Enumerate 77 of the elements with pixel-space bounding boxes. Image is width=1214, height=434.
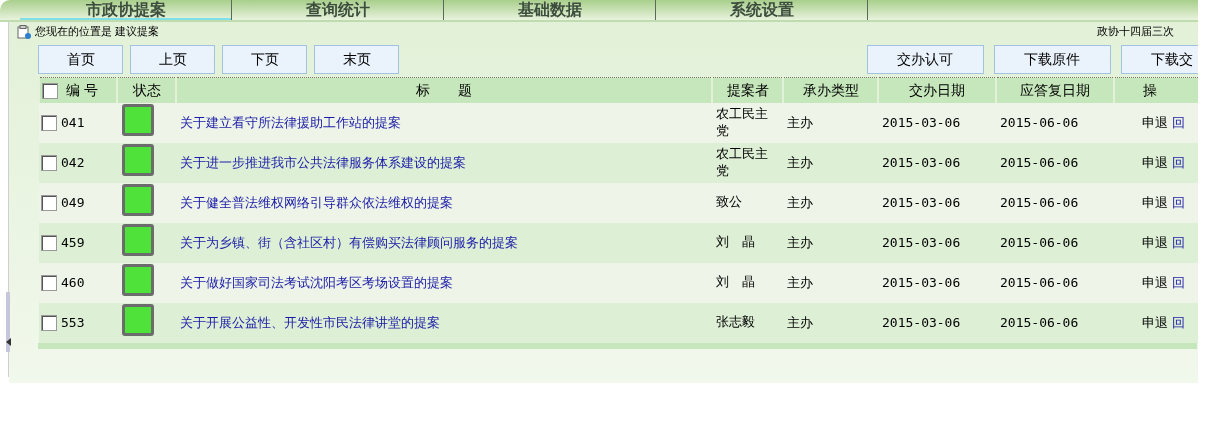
page-button[interactable]: 首页 [38,45,123,74]
type-text: 主办 [787,234,813,250]
tab[interactable]: 基础数据 [444,0,656,20]
type-text: 主办 [787,274,813,290]
action-button[interactable]: 下载交 [1121,45,1198,74]
column-header: 应答复日期 [996,77,1114,103]
action-text: 申退 [1142,194,1168,210]
date-text: 2015-03-06 [882,114,961,130]
reply-link[interactable]: 回 [1172,314,1185,330]
type-text: 主办 [787,194,813,210]
page-button[interactable]: 下页 [222,45,307,74]
reply-link[interactable]: 回 [1172,274,1185,290]
date-text: 2015-06-06 [1000,154,1079,170]
proposer-text: 张志毅 [716,314,755,330]
date-text: 2015-06-06 [1000,314,1079,330]
number-text: 049 [61,194,85,210]
date-text: 2015-03-06 [882,274,961,290]
row-checkbox[interactable] [41,155,57,172]
date-text: 2015-03-06 [882,314,961,330]
title-link[interactable]: 关于健全普法维权网络引导群众依法维权的提案 [180,194,453,210]
column-header: 状态 [117,77,176,103]
reply-link[interactable]: 回 [1172,154,1185,170]
action-text: 申退 [1142,314,1168,330]
action-text: 申退 [1142,274,1168,290]
action-button[interactable]: 下载原件 [994,45,1111,74]
page-button[interactable]: 上页 [130,45,215,74]
session-label: 政协十四届三次 [1097,23,1174,40]
proposer-text: 刘 晶 [716,234,755,250]
proposer-text: 农工民主党 [716,145,768,178]
action-button[interactable]: 交办认可 [867,45,984,74]
breadcrumb: 您现在的位置是 建议提案 [35,23,160,40]
date-text: 2015-06-06 [1000,274,1079,290]
tab[interactable]: 市政协提案 [20,0,232,20]
column-header: 标 题 [176,77,712,103]
number-text: 042 [61,154,85,170]
page-button[interactable]: 末页 [314,45,399,74]
reply-link[interactable]: 回 [1172,114,1185,130]
tab[interactable]: 查询统计 [232,0,444,20]
checkbox[interactable] [42,82,58,99]
row-checkbox[interactable] [41,195,57,212]
type-text: 主办 [787,114,813,130]
date-text: 2015-06-06 [1000,114,1079,130]
row-checkbox[interactable] [41,115,57,132]
column-header: 编 号 [66,81,99,98]
number-text: 041 [61,114,85,130]
type-text: 主办 [787,314,813,330]
date-text: 2015-03-06 [882,154,961,170]
proposer-text: 刘 晶 [716,274,755,290]
column-header: 交办日期 [878,77,996,103]
date-text: 2015-06-06 [1000,234,1079,250]
date-text: 2015-03-06 [882,194,961,210]
row-checkbox[interactable] [41,235,57,252]
number-text: 460 [61,274,85,290]
column-header: 承办类型 [783,77,878,103]
action-text: 申退 [1142,154,1168,170]
collapse-arrow-icon[interactable] [6,338,11,346]
clipboard-icon [17,25,31,39]
proposer-text: 农工民主党 [716,105,768,138]
number-text: 459 [61,234,85,250]
tab[interactable]: 系统设置 [656,0,868,20]
date-text: 2015-03-06 [882,234,961,250]
proposer-text: 致公 [716,194,742,210]
reply-link[interactable]: 回 [1172,194,1185,210]
column-header: 提案者 [712,77,783,103]
type-text: 主办 [787,154,813,170]
action-text: 申退 [1142,114,1168,130]
title-link[interactable]: 关于做好国家司法考试沈阳考区考场设置的提案 [180,274,453,290]
row-checkbox[interactable] [41,275,57,292]
reply-link[interactable]: 回 [1172,234,1185,250]
title-link[interactable]: 关于开展公益性、开发性市民法律讲堂的提案 [180,314,440,330]
number-text: 553 [61,314,85,330]
date-text: 2015-06-06 [1000,194,1079,210]
row-checkbox[interactable] [41,315,57,332]
title-link[interactable]: 关于建立看守所法律援助工作站的提案 [180,114,401,130]
action-text: 申退 [1142,234,1168,250]
column-header: 操 [1114,77,1198,103]
scroll-handle[interactable] [6,292,10,352]
